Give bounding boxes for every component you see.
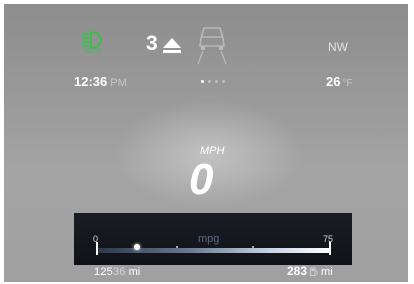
lane-assist-car-icon [197, 27, 227, 65]
range-value: 283 [287, 264, 308, 278]
mpg-scale-end [329, 242, 331, 255]
mpg-scale-bar [96, 248, 330, 253]
mpg-label: mpg [198, 233, 220, 245]
clock: 12:36 PM [74, 74, 127, 89]
mpg-gauge: 0 mpg 75 [74, 213, 352, 265]
page-dot [215, 80, 218, 83]
mpg-max-label: 75 [323, 234, 334, 244]
clock-ampm: PM [110, 77, 127, 89]
gear-indicator: 3 [146, 32, 158, 55]
instrument-cluster: AUTO 3 NW 12:36PM 26°F MPH 0 0 mpg 75 [4, 4, 408, 282]
odometer: 12536 mi [94, 266, 140, 278]
mpg-tick [176, 246, 178, 248]
headlight-auto-label: AUTO [84, 49, 102, 55]
range-unit: mi [321, 266, 333, 278]
mpg-current-marker [133, 244, 140, 250]
compass-heading: NW [328, 40, 348, 54]
speed-value: 0 [189, 155, 214, 204]
fuel-range: 283 mi [287, 264, 333, 278]
page-dot [222, 80, 225, 83]
outside-temperature: 26 °F [326, 74, 353, 89]
temperature-unit: °F [342, 78, 353, 89]
odometer-value-tenths: 36 [112, 266, 126, 278]
odometer-unit: mi [128, 266, 141, 278]
temperature-value: 26 [326, 74, 341, 89]
fuel-pump-icon [310, 267, 318, 276]
mpg-scale-start [96, 242, 98, 255]
clock-time: 12:36 [74, 74, 108, 89]
mpg-tick [252, 246, 254, 248]
page-dot [208, 80, 211, 83]
page-dot [201, 80, 204, 83]
page-indicator [201, 80, 225, 83]
shift-up-arrow-icon [163, 38, 181, 53]
odometer-value: 125 [94, 266, 113, 278]
